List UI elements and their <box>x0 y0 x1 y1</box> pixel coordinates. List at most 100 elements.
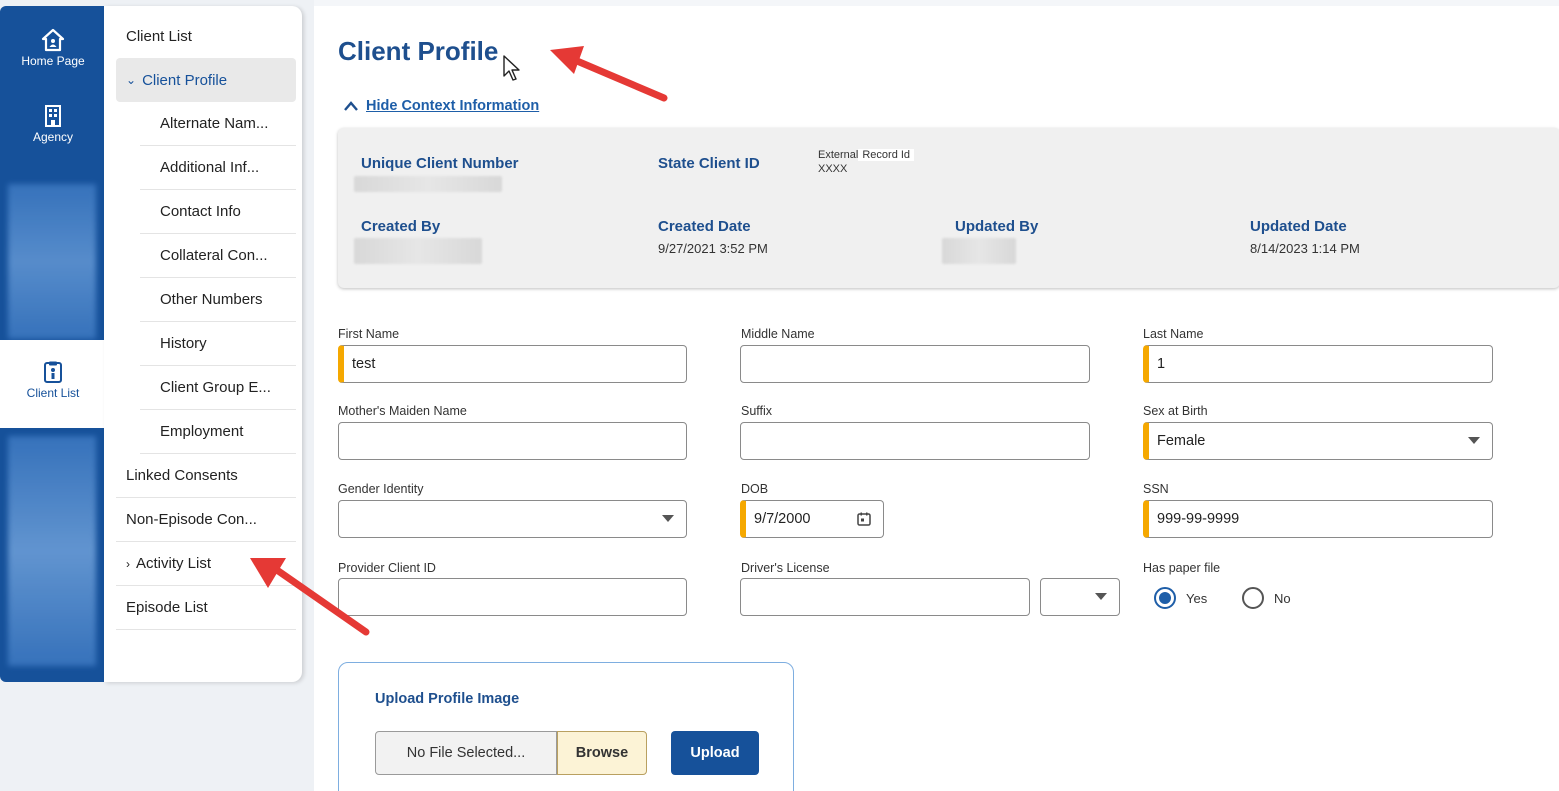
nav-item-other-numbers[interactable]: Other Numbers <box>140 278 296 322</box>
nav-item-client-profile[interactable]: ⌄ Client Profile <box>116 58 296 102</box>
drivers-license-field[interactable] <box>740 578 1030 616</box>
mouse-cursor-icon <box>503 55 520 81</box>
browse-button[interactable]: Browse <box>557 731 647 775</box>
upload-button[interactable]: Upload <box>671 731 759 775</box>
hide-context-link[interactable]: Hide Context Information <box>344 98 539 114</box>
nav-item-label: Episode List <box>126 599 208 616</box>
last-name-label: Last Name <box>1143 327 1204 341</box>
nav-item-alternate-names[interactable]: Alternate Nam... <box>140 102 296 146</box>
gender-identity-label: Gender Identity <box>338 482 424 496</box>
redacted-value <box>942 238 1016 264</box>
rail-redacted-area <box>8 436 96 666</box>
provider-client-id-field[interactable] <box>338 578 687 616</box>
nav-item-label: Activity List <box>136 555 212 572</box>
dropdown-arrow-icon <box>662 515 674 522</box>
nav-item-label: History <box>160 335 207 352</box>
mothers-maiden-name-field[interactable] <box>338 422 687 460</box>
redacted-value <box>354 176 502 192</box>
radio-button-unchecked <box>1242 587 1264 609</box>
created-date-label: Created Date <box>658 218 751 235</box>
nav-item-label: Client List <box>126 27 192 45</box>
file-name-field[interactable]: No File Selected... <box>375 731 557 775</box>
created-date-value: 9/27/2021 3:52 PM <box>658 241 768 256</box>
nav-item-label: Alternate Nam... <box>160 115 269 132</box>
has-paper-file-yes-radio[interactable]: Yes <box>1154 587 1207 609</box>
first-name-field[interactable]: test <box>338 345 687 383</box>
last-name-field[interactable]: 1 <box>1143 345 1493 383</box>
suffix-field[interactable] <box>740 422 1090 460</box>
updated-date-value: 8/14/2023 1:14 PM <box>1250 241 1360 256</box>
state-client-id-label: State Client ID <box>658 155 760 172</box>
nav-item-label: Client Profile <box>142 71 228 89</box>
nav-item-linked-consents[interactable]: Linked Consents <box>116 454 296 498</box>
dob-label: DOB <box>741 482 769 496</box>
annotation-arrow-icon <box>550 46 668 102</box>
nav-item-label: Contact Info <box>160 203 241 220</box>
calendar-icon[interactable] <box>857 512 871 526</box>
middle-name-field[interactable] <box>740 345 1090 383</box>
rail-item-label: Client List <box>26 386 80 400</box>
icon-rail: Home Page Agency Client List <box>0 6 106 682</box>
nav-item-label: Employment <box>160 423 244 440</box>
nav-item-label: Client Group E... <box>160 379 271 396</box>
main-content: Client Profile Hide Context Information … <box>314 6 1559 791</box>
nav-item-non-episode-consents[interactable]: Non-Episode Con... <box>116 498 296 542</box>
rail-item-home-page[interactable]: Home Page <box>0 28 106 68</box>
created-by-label: Created By <box>361 218 441 235</box>
sex-at-birth-select[interactable]: Female <box>1143 422 1493 460</box>
updated-date-label: Updated Date <box>1250 218 1347 235</box>
dob-value: 9/7/2000 <box>754 511 811 527</box>
ssn-label: SSN <box>1143 482 1169 496</box>
building-icon <box>45 105 61 127</box>
suffix-label: Suffix <box>741 404 773 418</box>
record-id-value: XXXX <box>818 163 848 175</box>
drivers-license-label: Driver's License <box>741 561 830 575</box>
chevron-right-icon: › <box>126 556 130 571</box>
has-paper-file-no-radio[interactable]: No <box>1242 587 1291 609</box>
sex-at-birth-label: Sex at Birth <box>1143 404 1208 418</box>
nav-item-label: Collateral Con... <box>160 247 268 264</box>
nav-item-collateral-contacts[interactable]: Collateral Con... <box>140 234 296 278</box>
upload-profile-image-panel: Upload Profile Image No File Selected...… <box>338 662 794 791</box>
middle-name-label: Middle Name <box>741 327 815 341</box>
clipboard-icon <box>44 361 62 383</box>
nav-item-employment[interactable]: Employment <box>140 410 296 454</box>
gender-identity-select[interactable] <box>338 500 687 538</box>
upload-title: Upload Profile Image <box>375 691 520 707</box>
chevron-down-icon: ⌄ <box>126 73 137 87</box>
redacted-value <box>354 238 482 264</box>
rail-item-label: Agency <box>32 130 74 144</box>
dropdown-arrow-icon <box>1095 593 1107 600</box>
rail-item-client-list[interactable]: Client List <box>0 340 106 428</box>
radio-button-checked <box>1154 587 1176 609</box>
updated-by-label: Updated By <box>955 218 1039 235</box>
last-name-value: 1 <box>1157 356 1166 372</box>
first-name-value: test <box>352 356 376 372</box>
nav-item-history[interactable]: History <box>140 322 296 366</box>
annotation-arrow-icon <box>250 558 370 636</box>
nav-item-label: Additional Inf... <box>160 159 260 176</box>
nav-item-client-list[interactable]: Client List <box>116 14 296 58</box>
ssn-value: 999-99-9999 <box>1157 511 1240 527</box>
hide-context-label: Hide Context Information <box>366 98 540 114</box>
external-record-id-label: External Record Id <box>818 149 915 161</box>
nav-item-additional-info[interactable]: Additional Inf... <box>140 146 296 190</box>
chevron-up-icon <box>344 99 358 114</box>
rail-item-agency[interactable]: Agency <box>0 104 106 144</box>
home-icon <box>41 28 65 52</box>
rail-item-label: Home Page <box>21 54 85 68</box>
sex-at-birth-value: Female <box>1157 433 1206 449</box>
has-paper-file-label: Has paper file <box>1143 561 1221 575</box>
nav-item-label: Linked Consents <box>126 467 238 484</box>
nav-item-client-group[interactable]: Client Group E... <box>140 366 296 410</box>
radio-label: Yes <box>1186 590 1208 606</box>
nav-item-contact-info[interactable]: Contact Info <box>140 190 296 234</box>
unique-client-number-label: Unique Client Number <box>361 155 519 172</box>
first-name-label: First Name <box>338 327 400 341</box>
drivers-license-state-select[interactable] <box>1040 578 1120 616</box>
ssn-field[interactable]: 999-99-9999 <box>1143 500 1493 538</box>
dropdown-arrow-icon <box>1468 437 1480 444</box>
context-panel: Unique Client Number State Client ID Ext… <box>338 128 1559 288</box>
nav-item-label: Other Numbers <box>160 291 263 308</box>
dob-field[interactable]: 9/7/2000 <box>740 500 884 538</box>
